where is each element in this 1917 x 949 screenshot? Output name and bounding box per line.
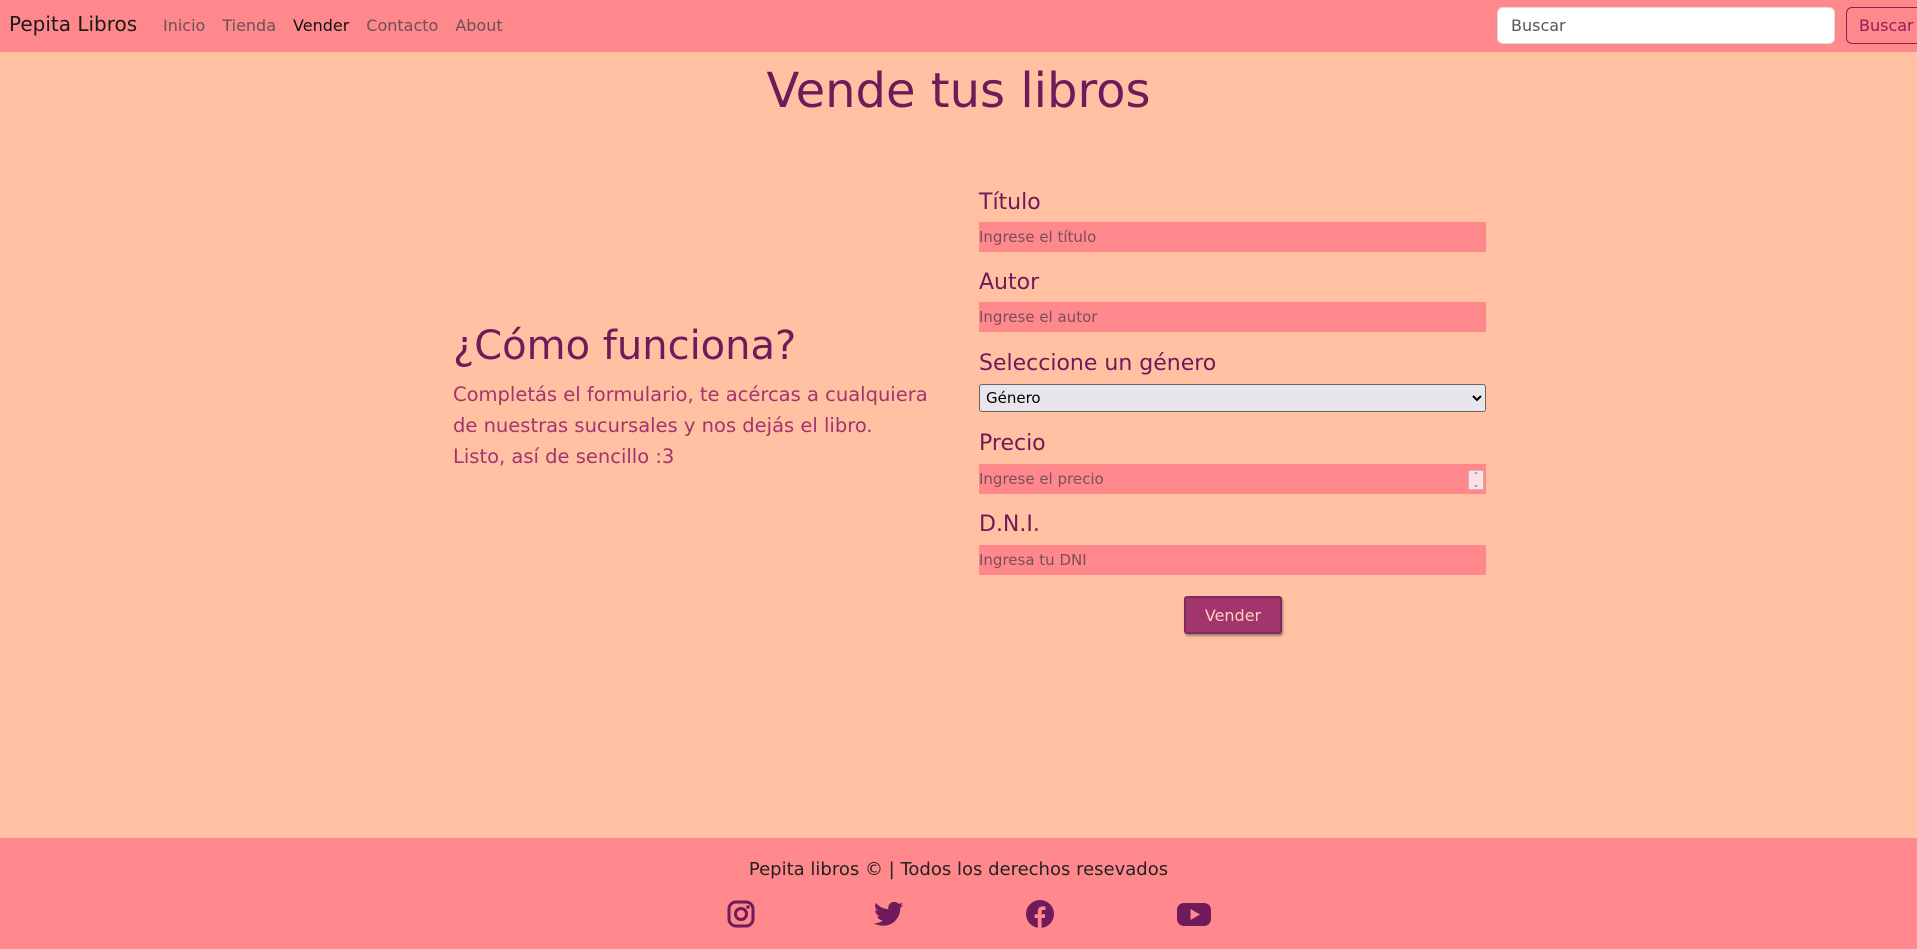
nav-links: Inicio Tienda Vender Contacto About: [163, 16, 520, 35]
navbar: Pepita Libros Inicio Tienda Vender Conta…: [0, 0, 1917, 52]
titulo-input[interactable]: [979, 222, 1486, 252]
facebook-icon[interactable]: [1025, 899, 1055, 929]
page-title: Vende tus libros: [766, 63, 1151, 119]
autor-label: Autor: [979, 270, 1040, 295]
youtube-icon[interactable]: [1177, 899, 1211, 929]
twitter-icon[interactable]: [874, 899, 904, 929]
nav-link-tienda[interactable]: Tienda: [222, 16, 276, 35]
number-stepper[interactable]: ⌃ ⌄: [1468, 470, 1484, 490]
brand-logo[interactable]: Pepita Libros: [9, 12, 137, 36]
nav-link-vender[interactable]: Vender: [293, 16, 349, 35]
copyright-text: Pepita libros © | Todos los derechos res…: [748, 859, 1169, 880]
search-input[interactable]: [1497, 7, 1835, 44]
dni-input[interactable]: [979, 545, 1486, 575]
genero-select[interactable]: Género: [979, 384, 1486, 412]
search-button[interactable]: Buscar: [1846, 7, 1917, 44]
autor-input[interactable]: [979, 302, 1486, 332]
how-it-works-line: Listo, así de sencillo :3: [453, 445, 675, 468]
nav-link-contacto[interactable]: Contacto: [366, 16, 438, 35]
footer: Pepita libros © | Todos los derechos res…: [0, 838, 1917, 949]
nav-link-about[interactable]: About: [455, 16, 502, 35]
how-it-works-text: Completás el formulario, te acércas a cu…: [453, 379, 953, 472]
genero-label: Seleccione un género: [979, 351, 1217, 376]
how-it-works-title: ¿Cómo funciona?: [453, 323, 797, 369]
how-it-works-line: Completás el formulario, te acércas a cu…: [453, 383, 928, 437]
titulo-label: Título: [979, 190, 1041, 215]
instagram-icon[interactable]: [726, 899, 756, 929]
nav-link-inicio[interactable]: Inicio: [163, 16, 205, 35]
dni-label: D.N.I.: [979, 512, 1040, 537]
precio-label: Precio: [979, 431, 1046, 456]
precio-input[interactable]: [979, 464, 1486, 494]
vender-button[interactable]: Vender: [1184, 596, 1282, 634]
